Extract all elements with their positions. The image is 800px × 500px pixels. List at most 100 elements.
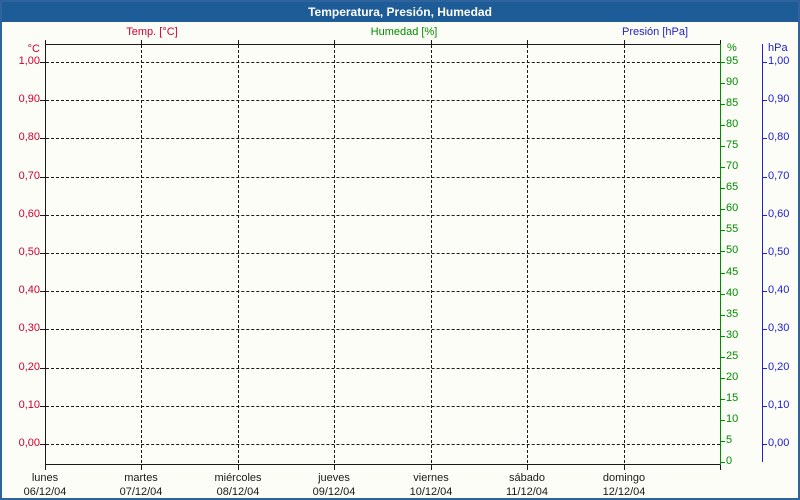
top-axis-tick [624, 40, 625, 44]
left-axis-tick [40, 291, 45, 292]
day-date-label: 08/12/04 [216, 486, 260, 498]
percent-axis-tick [721, 441, 725, 442]
gridline-vertical [141, 45, 142, 463]
hpa-axis-tick [763, 62, 767, 63]
hpa-axis-tick-label: 0,60 [768, 208, 790, 220]
hpa-axis-tick-label: 0,50 [768, 246, 790, 258]
percent-axis-tick [721, 62, 725, 63]
top-axis-tick [45, 40, 46, 44]
left-axis-tick-label: 0,00 [18, 437, 40, 449]
hpa-axis-tick [763, 177, 767, 178]
percent-axis-tick-label: 20 [726, 371, 739, 383]
percent-axis-tick-label: 90 [726, 76, 739, 88]
left-axis-tick-label: 0,60 [18, 208, 40, 220]
percent-axis-tick [721, 167, 725, 168]
bottom-axis-tick [141, 465, 142, 470]
top-axis-tick [141, 40, 142, 44]
percent-axis-tick [721, 336, 725, 337]
hpa-axis-tick-label: 0,10 [768, 399, 790, 411]
gridline-vertical [431, 45, 432, 463]
gridline-horizontal [46, 253, 720, 254]
percent-axis-tick [721, 230, 725, 231]
percent-axis-tick-label: 80 [726, 118, 739, 130]
left-axis-tick [40, 177, 45, 178]
hpa-axis-tick-label: 0,90 [768, 93, 790, 105]
hpa-axis-tick [763, 444, 767, 445]
percent-axis-line [720, 44, 721, 465]
day-name-label: domingo [602, 472, 646, 484]
day-name-label: martes [124, 472, 158, 484]
percent-axis-tick-label: 30 [726, 329, 739, 341]
percent-axis-tick [721, 420, 725, 421]
left-axis-tick-label: 0,30 [18, 322, 40, 334]
percent-axis-tick-label: 40 [726, 287, 739, 299]
percent-axis-tick [721, 294, 725, 295]
left-axis-tick-label: 0,90 [18, 93, 40, 105]
gridline-vertical [334, 45, 335, 463]
percent-axis-tick-label: 45 [726, 266, 739, 278]
hpa-axis-line [762, 44, 763, 462]
percent-axis-tick-label: 70 [726, 160, 739, 172]
left-axis-tick [40, 138, 45, 139]
percent-axis-tick [721, 188, 725, 189]
percent-axis-tick [721, 251, 725, 252]
left-axis-tick [40, 368, 45, 369]
left-axis-tick [40, 215, 45, 216]
gridline-horizontal [46, 444, 720, 445]
percent-axis-tick [721, 462, 725, 463]
left-axis-tick-label: 1,00 [18, 55, 40, 67]
percent-axis-tick [721, 315, 725, 316]
top-axis-tick [527, 40, 528, 44]
percent-axis-tick [721, 273, 725, 274]
hpa-axis-tick-label: 0,40 [768, 284, 790, 296]
left-axis-tick-label: 0,20 [18, 361, 40, 373]
gridline-horizontal [46, 368, 720, 369]
hpa-axis-tick [763, 368, 767, 369]
day-date-label: 11/12/04 [505, 486, 549, 498]
percent-axis-tick-label: 85 [726, 97, 739, 109]
gridline-vertical [624, 45, 625, 463]
percent-axis-tick [721, 146, 725, 147]
gridline-horizontal [46, 291, 720, 292]
percent-axis-tick-label: 50 [726, 244, 739, 256]
percent-axis-tick-label: 35 [726, 308, 739, 320]
top-axis-tick [431, 40, 432, 44]
hpa-axis-tick [763, 291, 767, 292]
left-axis-tick [40, 444, 45, 445]
percent-axis-tick [721, 209, 725, 210]
left-axis-tick [40, 329, 45, 330]
left-axis-tick [40, 406, 45, 407]
left-axis-tick [40, 253, 45, 254]
plot-area: 1,00 1,00 0,90 0,90 0,80 0,80 0,70 0,70 0,60 0,60… [2, 2, 798, 498]
day-date-label: 12/12/04 [602, 486, 646, 498]
percent-axis-tick-label: 0 [726, 455, 733, 467]
top-axis-tick [720, 40, 721, 44]
hpa-axis-tick-label: 0,00 [768, 437, 790, 449]
bottom-axis-tick [431, 465, 432, 470]
day-date-label: 07/12/04 [119, 486, 163, 498]
day-date-label: 06/12/04 [23, 486, 67, 498]
hpa-axis-tick [763, 138, 767, 139]
percent-axis-tick-label: 65 [726, 181, 739, 193]
hpa-axis-tick [763, 329, 767, 330]
gridline-vertical [238, 45, 239, 463]
hpa-axis-tick-label: 0,80 [768, 131, 790, 143]
gridline-horizontal [46, 177, 720, 178]
percent-axis-tick [721, 357, 725, 358]
hpa-axis-tick-label: 0,30 [768, 322, 790, 334]
top-axis-tick [238, 40, 239, 44]
day-date-label: 10/12/04 [409, 486, 453, 498]
bottom-axis-tick [624, 465, 625, 470]
gridline-horizontal [46, 138, 720, 139]
percent-axis-tick [721, 83, 725, 84]
bottom-axis-tick [334, 465, 335, 470]
gridline-horizontal [46, 329, 720, 330]
left-axis-tick-label: 0,50 [18, 246, 40, 258]
hpa-axis-tick-label: 1,00 [768, 55, 790, 67]
day-name-label: viernes [413, 472, 449, 484]
gridline-horizontal [46, 215, 720, 216]
hpa-axis-tick-label: 0,20 [768, 361, 790, 373]
left-axis-tick-label: 0,80 [18, 131, 40, 143]
top-axis-tick [334, 40, 335, 44]
bottom-axis-tick [720, 465, 721, 470]
